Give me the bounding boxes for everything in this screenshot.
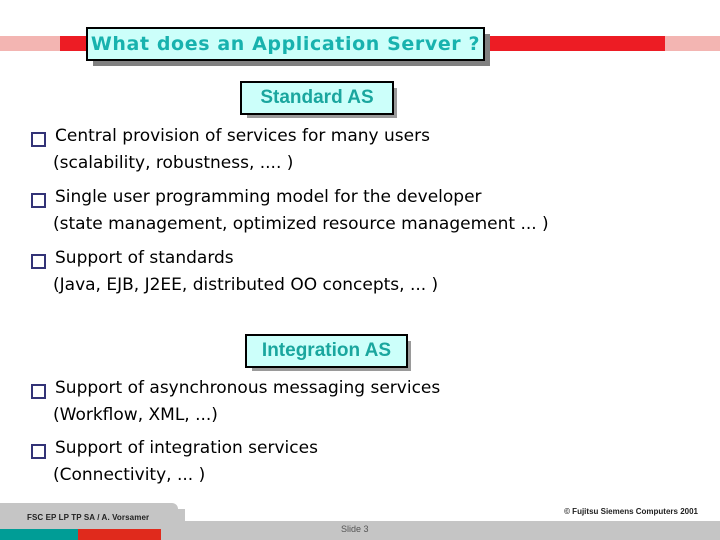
section-heading-label: Standard AS [260,87,374,108]
bullet-subtext: (Java, EJB, J2EE, distributed OO concept… [53,275,439,295]
bullet-text: Support of integration services [55,438,318,458]
bullet-subtext: (scalability, robustness, .... ) [53,153,294,173]
list-item: Single user programming model for the de… [31,187,691,234]
bullet-main-line: Support of asynchronous messaging servic… [31,378,691,399]
footer-copyright: © Fujitsu Siemens Computers 2001 [564,507,698,516]
footer-accent-bar-red [78,529,161,540]
section-heading-label: Integration AS [261,340,392,361]
list-item: Support of asynchronous messaging servic… [31,378,691,425]
list-item: Central provision of services for many u… [31,126,691,173]
footer-slide-number: Slide 3 [341,524,369,534]
list-item: Support of integration services (Connect… [31,438,691,485]
bullet-text: Central provision of services for many u… [55,126,430,146]
bullet-main-line: Single user programming model for the de… [31,187,691,208]
square-bullet-icon [31,132,46,147]
bullet-subtext: (state management, optimized resource ma… [53,214,549,234]
section-heading-box: Standard AS [240,81,394,115]
square-bullet-icon [31,384,46,399]
bullet-subtext: (Connectivity, ... ) [53,465,206,485]
bullet-text: Support of asynchronous messaging servic… [55,378,441,398]
list-item: Support of standards (Java, EJB, J2EE, d… [31,248,691,295]
square-bullet-icon [31,254,46,269]
bullet-main-line: Support of integration services [31,438,691,459]
slide-title: What does an Application Server ? [90,33,481,55]
slide-title-box: What does an Application Server ? [86,27,485,61]
header-bar-right-pale [665,36,720,51]
header-bar-right-red [480,36,665,51]
bullet-text: Support of standards [55,248,234,268]
square-bullet-icon [31,444,46,459]
footer-accent-bar-teal [0,529,78,540]
bullet-main-line: Support of standards [31,248,691,269]
bullet-text: Single user programming model for the de… [55,187,482,207]
square-bullet-icon [31,193,46,208]
bullet-main-line: Central provision of services for many u… [31,126,691,147]
header-bar-left-pale [0,36,60,51]
bullet-subtext: (Workflow, XML, ...) [53,405,218,425]
section-heading-box: Integration AS [245,334,408,368]
footer-author-text: FSC EP LP TP SA / A. Vorsamer [27,513,150,522]
